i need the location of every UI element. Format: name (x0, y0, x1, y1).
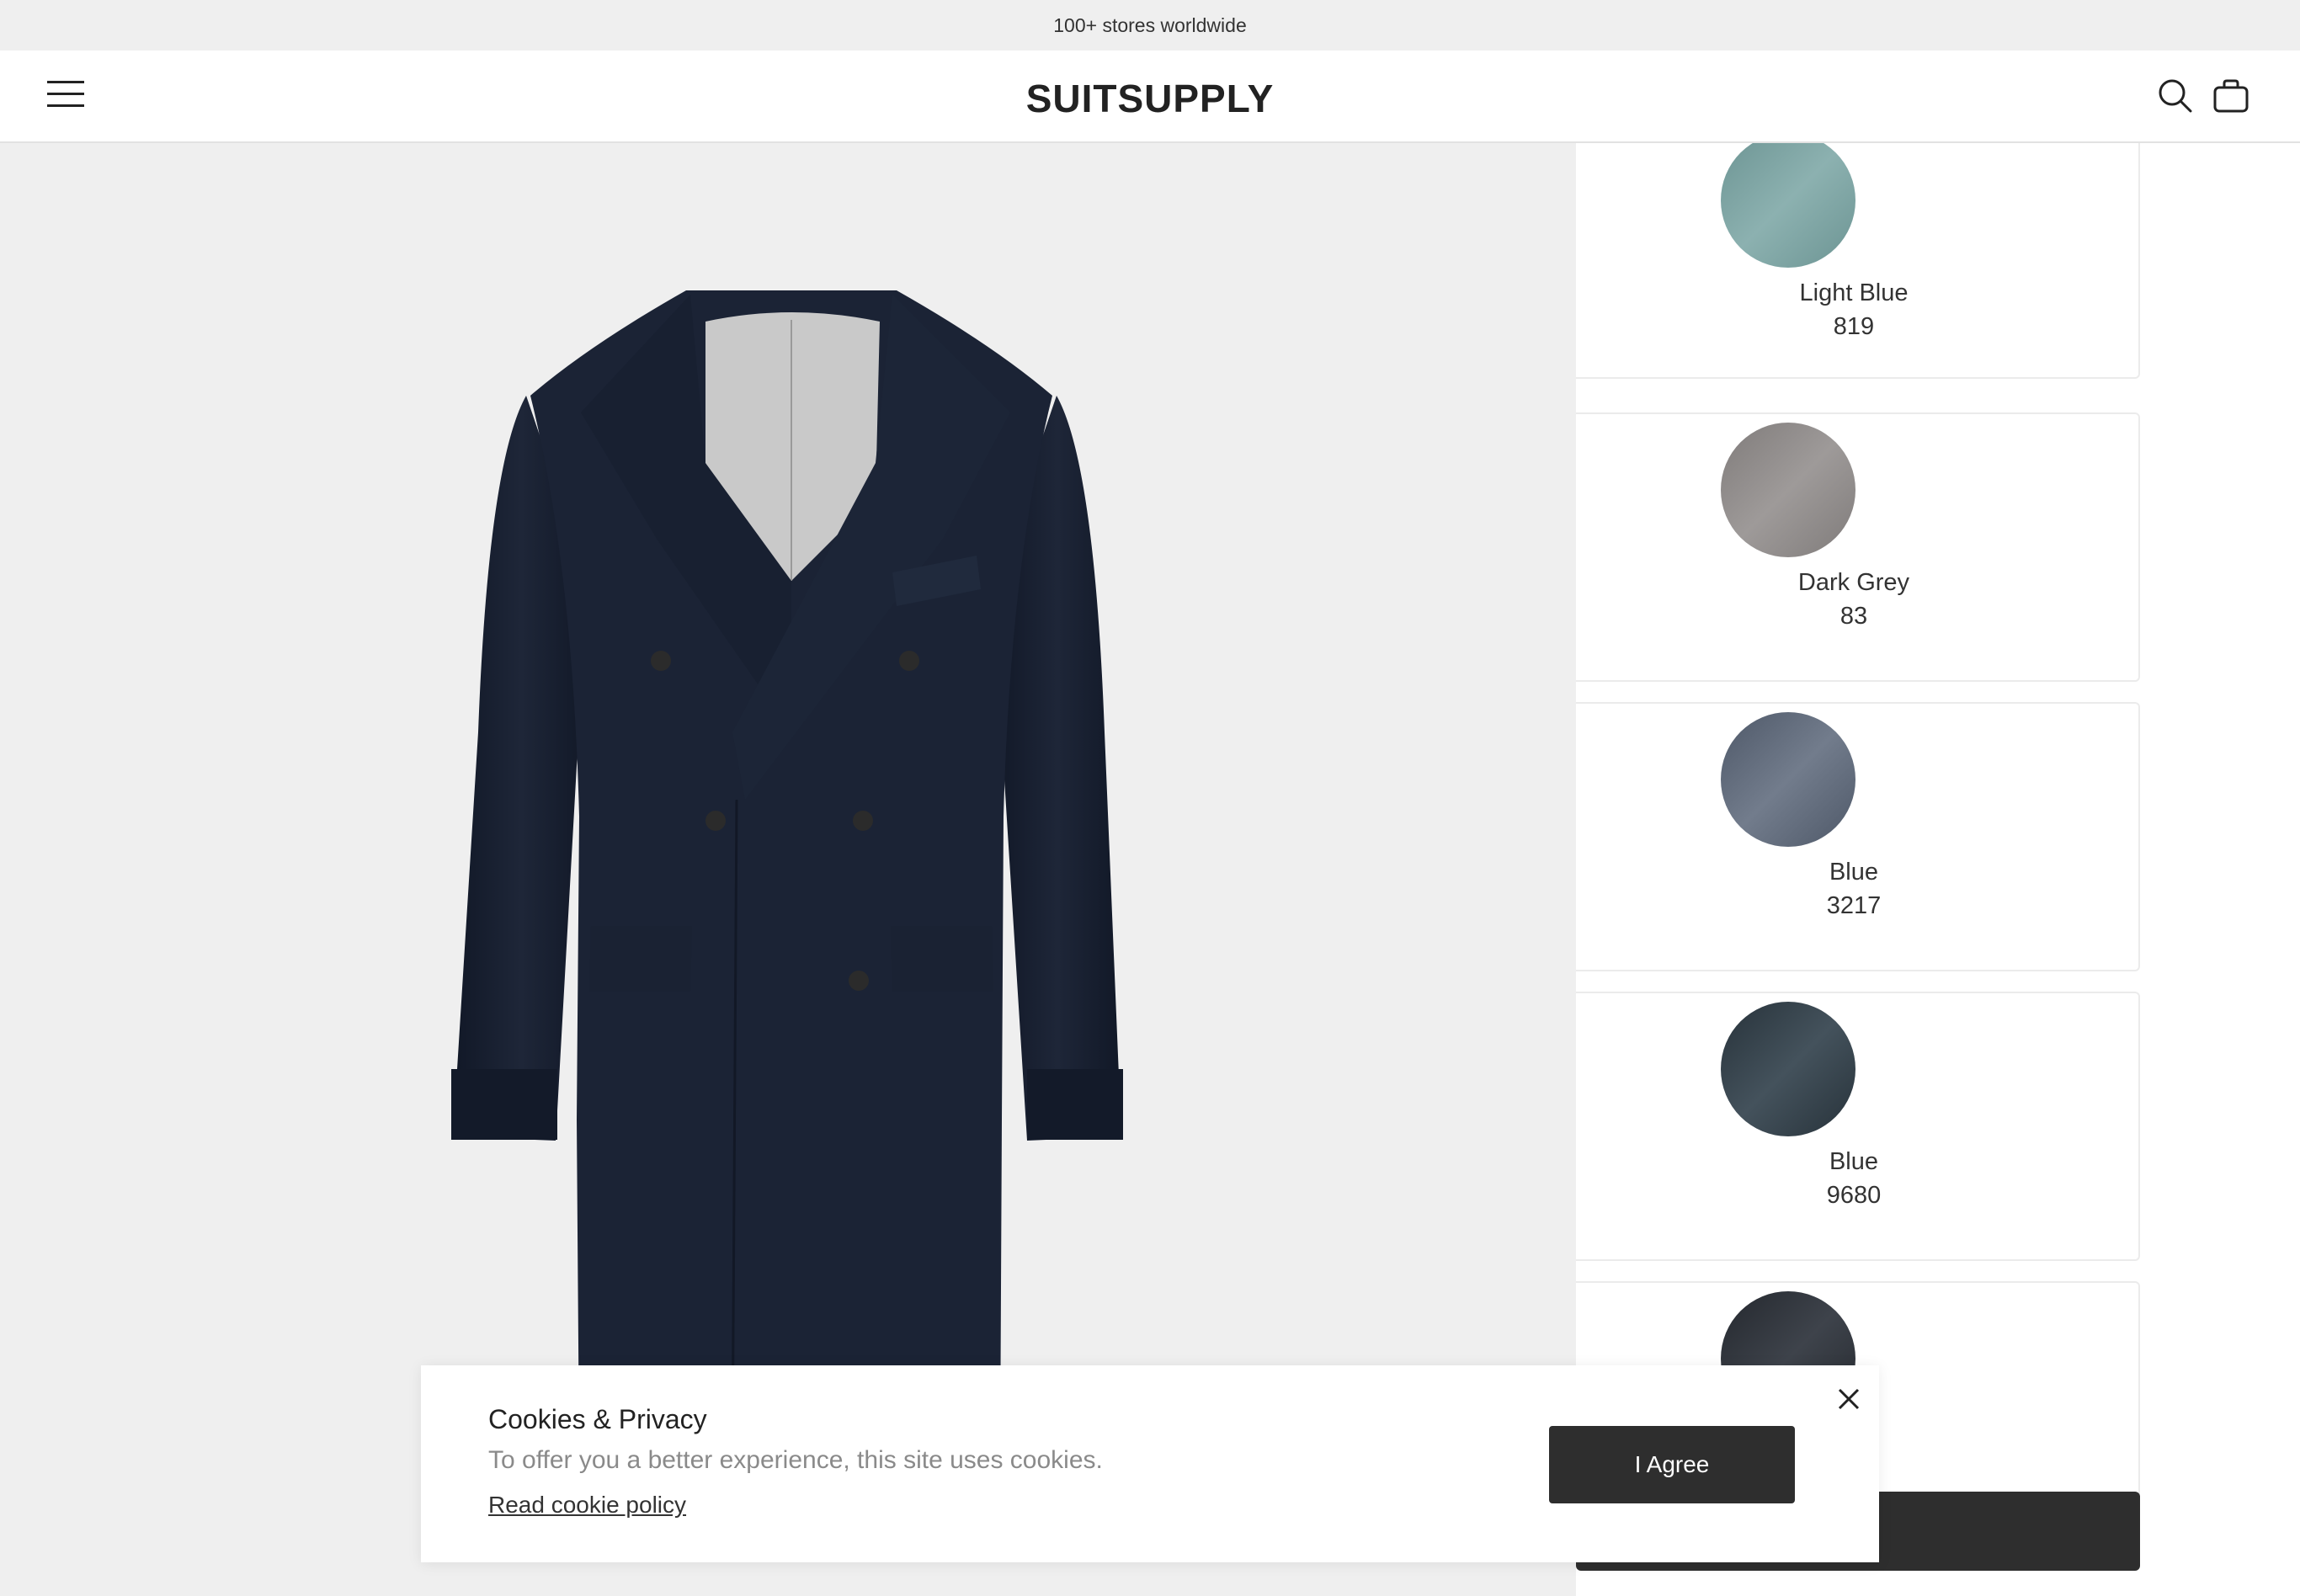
agree-button[interactable]: I Agree (1549, 1426, 1795, 1503)
swatch-name: Dark Grey (1797, 569, 1910, 596)
announcement-bar: 100+ stores worldwide (0, 0, 2300, 51)
swatch-code: 3217 (1826, 892, 1882, 919)
search-icon[interactable] (2155, 76, 2196, 116)
cookie-banner: Cookies & Privacy To offer you a better … (421, 1365, 1879, 1562)
color-swatch (1721, 143, 1855, 268)
swatch-card-dark-grey[interactable]: Dark Grey 83 (1576, 412, 2140, 682)
shopping-bag-icon[interactable] (2211, 76, 2251, 116)
swatch-name: Blue (1829, 1148, 1879, 1175)
close-icon[interactable] (1832, 1382, 1866, 1416)
swatch-card-light-blue[interactable]: Light Blue 819 (1576, 143, 2140, 379)
swatch-name: Blue (1829, 859, 1879, 886)
cookie-text: To offer you a better experience, this s… (488, 1446, 1103, 1474)
swatch-card-blue-3217[interactable]: Blue 3217 (1576, 702, 2140, 971)
swatch-code: 819 (1833, 313, 1875, 340)
cookie-title: Cookies & Privacy (488, 1404, 707, 1434)
site-header: SUITSUPPLY (0, 51, 2300, 143)
color-swatch (1721, 423, 1855, 557)
announcement-text: 100+ stores worldwide (1053, 13, 1247, 36)
swatch-code: 83 (1839, 603, 1868, 630)
swatch-name: Light Blue (1799, 279, 1909, 306)
cookie-policy-link[interactable]: Read cookie policy (488, 1492, 686, 1519)
logo[interactable]: SUITSUPPLY (0, 76, 2300, 121)
swatch-code: 9680 (1826, 1182, 1882, 1209)
color-swatch (1721, 1002, 1855, 1136)
color-swatch (1721, 712, 1855, 847)
swatch-card-blue-9680[interactable]: Blue 9680 (1576, 992, 2140, 1261)
